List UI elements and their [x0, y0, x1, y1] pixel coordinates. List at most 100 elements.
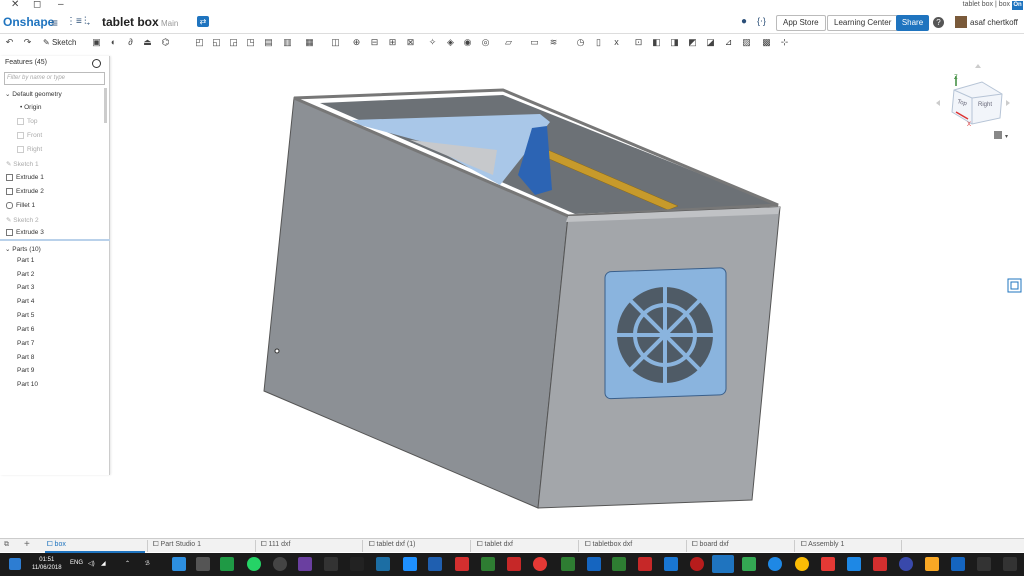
- versions-icon[interactable]: ⋮≡: [66, 16, 82, 27]
- feature-item-sketch2[interactable]: ✎ Sketch 2: [6, 216, 39, 224]
- feature-scrollbar[interactable]: [104, 88, 107, 123]
- fillet-icon[interactable]: ◰: [194, 37, 205, 48]
- app-icon[interactable]: [455, 557, 469, 571]
- app-icon[interactable]: [507, 557, 521, 571]
- part-item[interactable]: Part 9: [17, 367, 34, 374]
- move-face-icon[interactable]: ◈: [445, 37, 456, 48]
- flange-icon[interactable]: ◨: [669, 37, 680, 48]
- store-icon[interactable]: [951, 557, 965, 571]
- tab-box[interactable]: ⧠ box: [47, 541, 66, 549]
- offset-surface-icon[interactable]: ◎: [480, 37, 491, 48]
- app-icon[interactable]: [847, 557, 861, 571]
- curve-icon[interactable]: ◷: [575, 37, 586, 48]
- feature-item-right[interactable]: Right: [17, 146, 42, 153]
- comment-icon[interactable]: ●: [741, 16, 747, 27]
- sheet-metal-icon[interactable]: ▯: [593, 37, 604, 48]
- app-icon[interactable]: [664, 557, 678, 571]
- tab-board-dxf[interactable]: ⧠ board dxf: [692, 541, 729, 549]
- file-explorer-icon[interactable]: [925, 557, 939, 571]
- chamfer-icon[interactable]: ◱: [211, 37, 222, 48]
- plane-icon[interactable]: ▱: [503, 37, 514, 48]
- delete-part-icon[interactable]: ⊠: [405, 37, 416, 48]
- app-icon[interactable]: [220, 557, 234, 571]
- code-icon[interactable]: {⋅}: [757, 16, 766, 27]
- user-name[interactable]: asaf chertkoff: [970, 18, 1018, 27]
- part-item[interactable]: Part 2: [17, 271, 34, 278]
- search-icon[interactable]: [1003, 557, 1017, 571]
- onshape-logo[interactable]: Onshape: [3, 15, 54, 29]
- start-icon[interactable]: [9, 558, 21, 570]
- app-icon[interactable]: [690, 557, 704, 571]
- app-icon[interactable]: [298, 557, 312, 571]
- document-title[interactable]: tablet box: [102, 15, 159, 29]
- variable-icon[interactable]: x: [611, 37, 622, 48]
- app-icon[interactable]: [638, 557, 652, 571]
- panel-divider[interactable]: [0, 239, 110, 241]
- app-icon[interactable]: [350, 557, 364, 571]
- part-item[interactable]: Part 4: [17, 298, 34, 305]
- insert-icon[interactable]: ⫶₊: [84, 16, 90, 27]
- app-icon[interactable]: [196, 557, 210, 571]
- feature-item-top[interactable]: Top: [17, 118, 37, 125]
- loft-icon[interactable]: ⏏: [142, 37, 153, 48]
- onshape-taskbar-icon[interactable]: [712, 555, 734, 573]
- whatsapp-icon[interactable]: [247, 557, 261, 571]
- revolve-icon[interactable]: ◐: [108, 37, 119, 48]
- app-icon[interactable]: [324, 557, 338, 571]
- app-icon[interactable]: [403, 557, 417, 571]
- minimize-icon[interactable]: –: [58, 0, 64, 10]
- history-icon[interactable]: [92, 59, 101, 68]
- view-cube[interactable]: Z X Top Right: [936, 64, 1010, 128]
- extrude-icon[interactable]: ▣: [91, 37, 102, 48]
- boolean-icon[interactable]: ⊕: [351, 37, 362, 48]
- hole-icon[interactable]: ▥: [282, 37, 293, 48]
- split-icon[interactable]: ⊟: [369, 37, 380, 48]
- custom-feature-icon[interactable]: ▩: [761, 37, 772, 48]
- transform-icon[interactable]: ⊞: [387, 37, 398, 48]
- default-geometry-group[interactable]: ⌄ Default geometry: [5, 90, 62, 98]
- add-tab-icon[interactable]: +: [24, 539, 30, 550]
- help-icon[interactable]: ?: [933, 17, 944, 28]
- flatten-icon[interactable]: ▨: [741, 37, 752, 48]
- feature-item-extrude3[interactable]: Extrude 3: [6, 229, 44, 236]
- avatar[interactable]: [955, 16, 967, 28]
- app-icon[interactable]: [481, 557, 495, 571]
- undo-icon[interactable]: ↶: [4, 37, 15, 48]
- tab-assembly-1[interactable]: ⧠ Assembly 1: [801, 541, 844, 549]
- app-icon[interactable]: [376, 557, 390, 571]
- tab-tabletbox-dxf[interactable]: ⧠ tabletbox dxf: [585, 541, 632, 549]
- origin-marker[interactable]: [274, 348, 280, 354]
- language-indicator[interactable]: ENG: [70, 560, 83, 566]
- redo-icon[interactable]: ↷: [22, 37, 33, 48]
- app-icon[interactable]: [587, 557, 601, 571]
- feature-item-sketch1[interactable]: ✎ Sketch 1: [6, 160, 39, 168]
- app-icon[interactable]: [899, 557, 913, 571]
- app-store-button[interactable]: App Store: [776, 15, 826, 31]
- share-button[interactable]: Share: [896, 15, 929, 31]
- thicken-icon[interactable]: ⌬: [160, 37, 171, 48]
- part-item[interactable]: Part 8: [17, 354, 34, 361]
- tray-up-icon[interactable]: ⌃: [125, 560, 130, 567]
- tab-list-icon[interactable]: ⧉: [4, 541, 9, 549]
- mirror-icon[interactable]: ◫: [330, 37, 341, 48]
- mail-icon[interactable]: [873, 557, 887, 571]
- add-feature-icon[interactable]: ⊹: [779, 37, 790, 48]
- people-icon[interactable]: ℬ: [145, 560, 150, 567]
- part-item[interactable]: Part 1: [17, 257, 34, 264]
- mate-connector-icon[interactable]: ▭: [529, 37, 540, 48]
- tab-tablet-dxf-1[interactable]: ⧠ tablet dxf (1): [369, 541, 415, 549]
- frame-icon[interactable]: ◧: [651, 37, 662, 48]
- drive-icon[interactable]: [742, 557, 756, 571]
- app-icon[interactable]: [428, 557, 442, 571]
- replace-face-icon[interactable]: ◉: [462, 37, 473, 48]
- app-icon[interactable]: [821, 557, 835, 571]
- 3d-viewport[interactable]: Z X Top Right ▾: [111, 52, 1024, 537]
- chrome-icon[interactable]: [795, 557, 809, 571]
- network-icon[interactable]: ◢: [101, 560, 106, 567]
- part-item[interactable]: Part 5: [17, 312, 34, 319]
- volume-icon[interactable]: ◁): [88, 560, 95, 567]
- sketch-button[interactable]: ✎ Sketch: [43, 38, 76, 47]
- draft-icon[interactable]: ◲: [228, 37, 239, 48]
- app-icon[interactable]: [768, 557, 782, 571]
- tab-tablet-dxf[interactable]: ⧠ tablet dxf: [477, 541, 513, 549]
